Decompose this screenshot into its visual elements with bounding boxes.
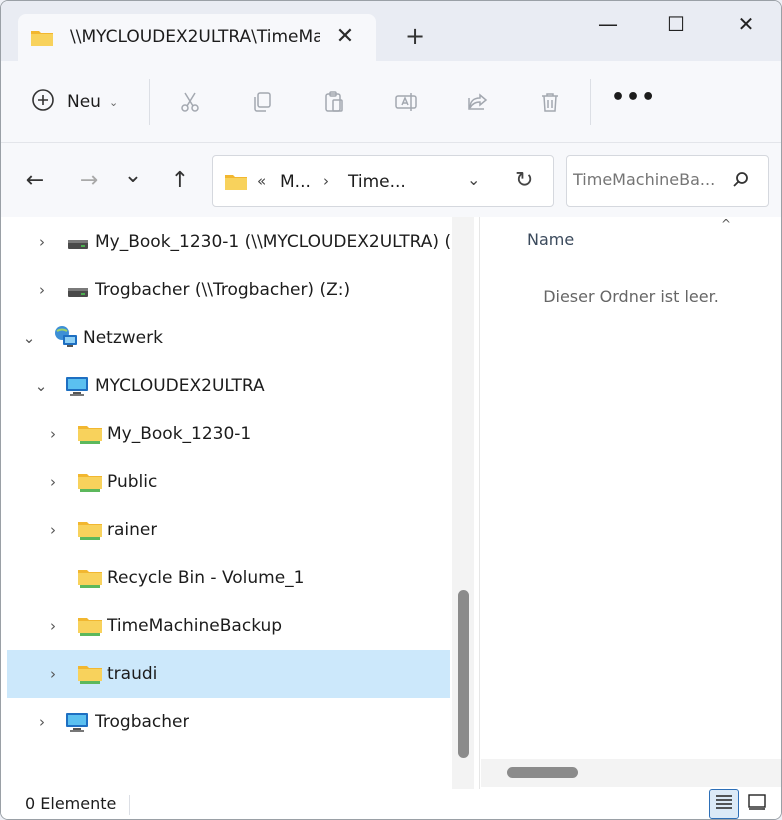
chevron-right-icon[interactable]: ›	[34, 281, 50, 299]
tree-item-public[interactable]: › Public	[7, 458, 450, 506]
network-drive-icon	[67, 279, 89, 305]
tree-item-my-book-share[interactable]: › My_Book_1230-1	[7, 410, 450, 458]
chevron-right-icon[interactable]: ›	[45, 521, 61, 539]
chevron-down-icon: ⌄	[108, 95, 119, 109]
pane-splitter[interactable]	[479, 217, 480, 789]
tree-item-my-book-drive[interactable]: › My_Book_1230-1 (\\MYCLOUDEX2ULTRA) (Y:…	[7, 218, 450, 266]
item-count: 0 Elemente	[25, 794, 117, 813]
plus-circle-icon	[31, 88, 55, 116]
chevron-right-icon[interactable]: ›	[34, 233, 50, 251]
details-view-button[interactable]	[709, 789, 739, 819]
tree-item-label: Recycle Bin - Volume_1	[107, 568, 305, 588]
cut-icon[interactable]	[176, 88, 204, 116]
navigation-pane: › My_Book_1230-1 (\\MYCLOUDEX2ULTRA) (Y:…	[1, 217, 474, 789]
chevron-right-icon[interactable]: ›	[45, 665, 61, 683]
title-bar: \\MYCLOUDEX2ULTRA\TimeMachineBackup ✕ + …	[1, 1, 781, 62]
file-list-pane: ^ Name Dieser Ordner ist leer.	[481, 217, 781, 789]
chevron-down-icon[interactable]: ⌄	[33, 377, 49, 395]
close-window-button[interactable]: ✕	[723, 9, 769, 39]
copy-icon[interactable]	[248, 88, 276, 116]
content-area: › My_Book_1230-1 (\\MYCLOUDEX2ULTRA) (Y:…	[1, 217, 781, 789]
tree-item-trogbacher[interactable]: › Trogbacher	[7, 698, 450, 746]
column-header-name[interactable]: Name	[527, 230, 574, 249]
tiles-view-icon	[748, 794, 766, 814]
chevron-right-icon[interactable]: ›	[45, 473, 61, 491]
tree-item-rainer[interactable]: › rainer	[7, 506, 450, 554]
search-input[interactable]	[573, 170, 723, 189]
chevron-right-icon[interactable]: ›	[45, 425, 61, 443]
tree-item-label: My_Book_1230-1	[107, 424, 252, 444]
tree-item-label: Public	[107, 472, 158, 492]
status-divider	[129, 795, 130, 815]
details-view-icon	[715, 794, 733, 814]
forward-button[interactable]: →	[75, 167, 103, 195]
new-button-label: Neu	[67, 92, 101, 112]
close-tab-button[interactable]: ✕	[334, 26, 356, 48]
rename-icon[interactable]	[392, 88, 420, 116]
sort-ascending-icon: ^	[721, 217, 732, 231]
share-folder-icon	[77, 519, 103, 545]
tab-current[interactable]: \\MYCLOUDEX2ULTRA\TimeMachineBackup ✕	[18, 14, 376, 62]
tree-item-traudi[interactable]: › traudi	[7, 650, 450, 698]
share-folder-icon	[77, 615, 103, 641]
tree-item-label: Trogbacher	[95, 712, 190, 732]
folder-icon	[30, 28, 54, 52]
tree-item-trogbacher-drive[interactable]: › Trogbacher (\\Trogbacher) (Z:)	[7, 266, 450, 314]
breadcrumb-separator[interactable]: ›	[323, 172, 329, 190]
computer-icon	[65, 711, 89, 737]
more-options-button[interactable]: •••	[611, 87, 655, 116]
tree-item-label: My_Book_1230-1 (\\MYCLOUDEX2ULTRA) (Y:)	[95, 232, 450, 252]
delete-icon[interactable]	[536, 88, 564, 116]
tree-item-timemachinebackup[interactable]: › TimeMachineBackup	[7, 602, 450, 650]
share-folder-icon	[77, 423, 103, 449]
tab-title: \\MYCLOUDEX2ULTRA\TimeMachineBackup	[70, 27, 320, 47]
share-folder-icon	[77, 471, 103, 497]
horizontal-scrollbar-thumb[interactable]	[507, 767, 578, 778]
address-bar[interactable]: « M... › Time... ⌄ ↻	[212, 155, 554, 207]
command-bar: Neu ⌄ •••	[1, 61, 781, 143]
tree-item-label: Trogbacher (\\Trogbacher) (Z:)	[95, 280, 351, 300]
tree-item-label: traudi	[107, 664, 158, 684]
navigation-bar: ← → ⌄ ↑ « M... › Time... ⌄ ↻	[1, 143, 781, 217]
chevron-right-icon[interactable]: ›	[34, 713, 50, 731]
breadcrumb-item[interactable]: M...	[280, 172, 311, 192]
toolbar-divider	[149, 79, 150, 125]
toolbar-divider	[590, 79, 591, 125]
chevron-down-icon[interactable]: ⌄	[467, 170, 480, 189]
minimize-button[interactable]: —	[585, 9, 631, 39]
new-tab-button[interactable]: +	[403, 24, 427, 48]
network-drive-icon	[67, 231, 89, 257]
tree-item-label: TimeMachineBackup	[107, 616, 283, 636]
vertical-scrollbar-thumb[interactable]	[458, 590, 469, 758]
breadcrumb-item[interactable]: Time...	[348, 172, 406, 192]
tree-item-mycloudex2ultra[interactable]: ⌄ MYCLOUDEX2ULTRA	[7, 362, 450, 410]
file-explorer-window: \\MYCLOUDEX2ULTRA\TimeMachineBackup ✕ + …	[0, 0, 782, 820]
tree-item-label: Netzwerk	[83, 328, 163, 348]
back-button[interactable]: ←	[21, 167, 49, 195]
network-icon	[53, 324, 79, 354]
tiles-view-button[interactable]	[742, 789, 772, 819]
search-icon[interactable]	[731, 170, 751, 194]
breadcrumb-overflow[interactable]: «	[257, 172, 266, 190]
share-folder-icon	[77, 663, 103, 689]
tree-item-recycle-bin[interactable]: Recycle Bin - Volume_1	[7, 554, 450, 602]
maximize-button[interactable]: ☐	[653, 9, 699, 39]
share-folder-icon	[77, 567, 103, 593]
search-box[interactable]	[566, 155, 769, 207]
tree-item-network[interactable]: ⌄ Netzwerk	[7, 314, 450, 362]
paste-icon[interactable]	[320, 88, 348, 116]
folder-icon	[224, 172, 248, 196]
tree-item-label: rainer	[107, 520, 158, 540]
refresh-icon[interactable]: ↻	[515, 168, 533, 193]
recent-locations-button[interactable]: ⌄	[119, 162, 147, 190]
share-icon[interactable]	[464, 88, 492, 116]
chevron-right-icon[interactable]: ›	[45, 617, 61, 635]
chevron-down-icon[interactable]: ⌄	[21, 329, 37, 347]
tree-item-label: MYCLOUDEX2ULTRA	[95, 376, 265, 396]
computer-icon	[65, 375, 89, 401]
status-bar: 0 Elemente	[1, 789, 781, 819]
empty-folder-message: Dieser Ordner ist leer.	[543, 287, 719, 306]
up-button[interactable]: ↑	[166, 167, 194, 195]
new-button[interactable]: Neu ⌄	[31, 87, 118, 117]
